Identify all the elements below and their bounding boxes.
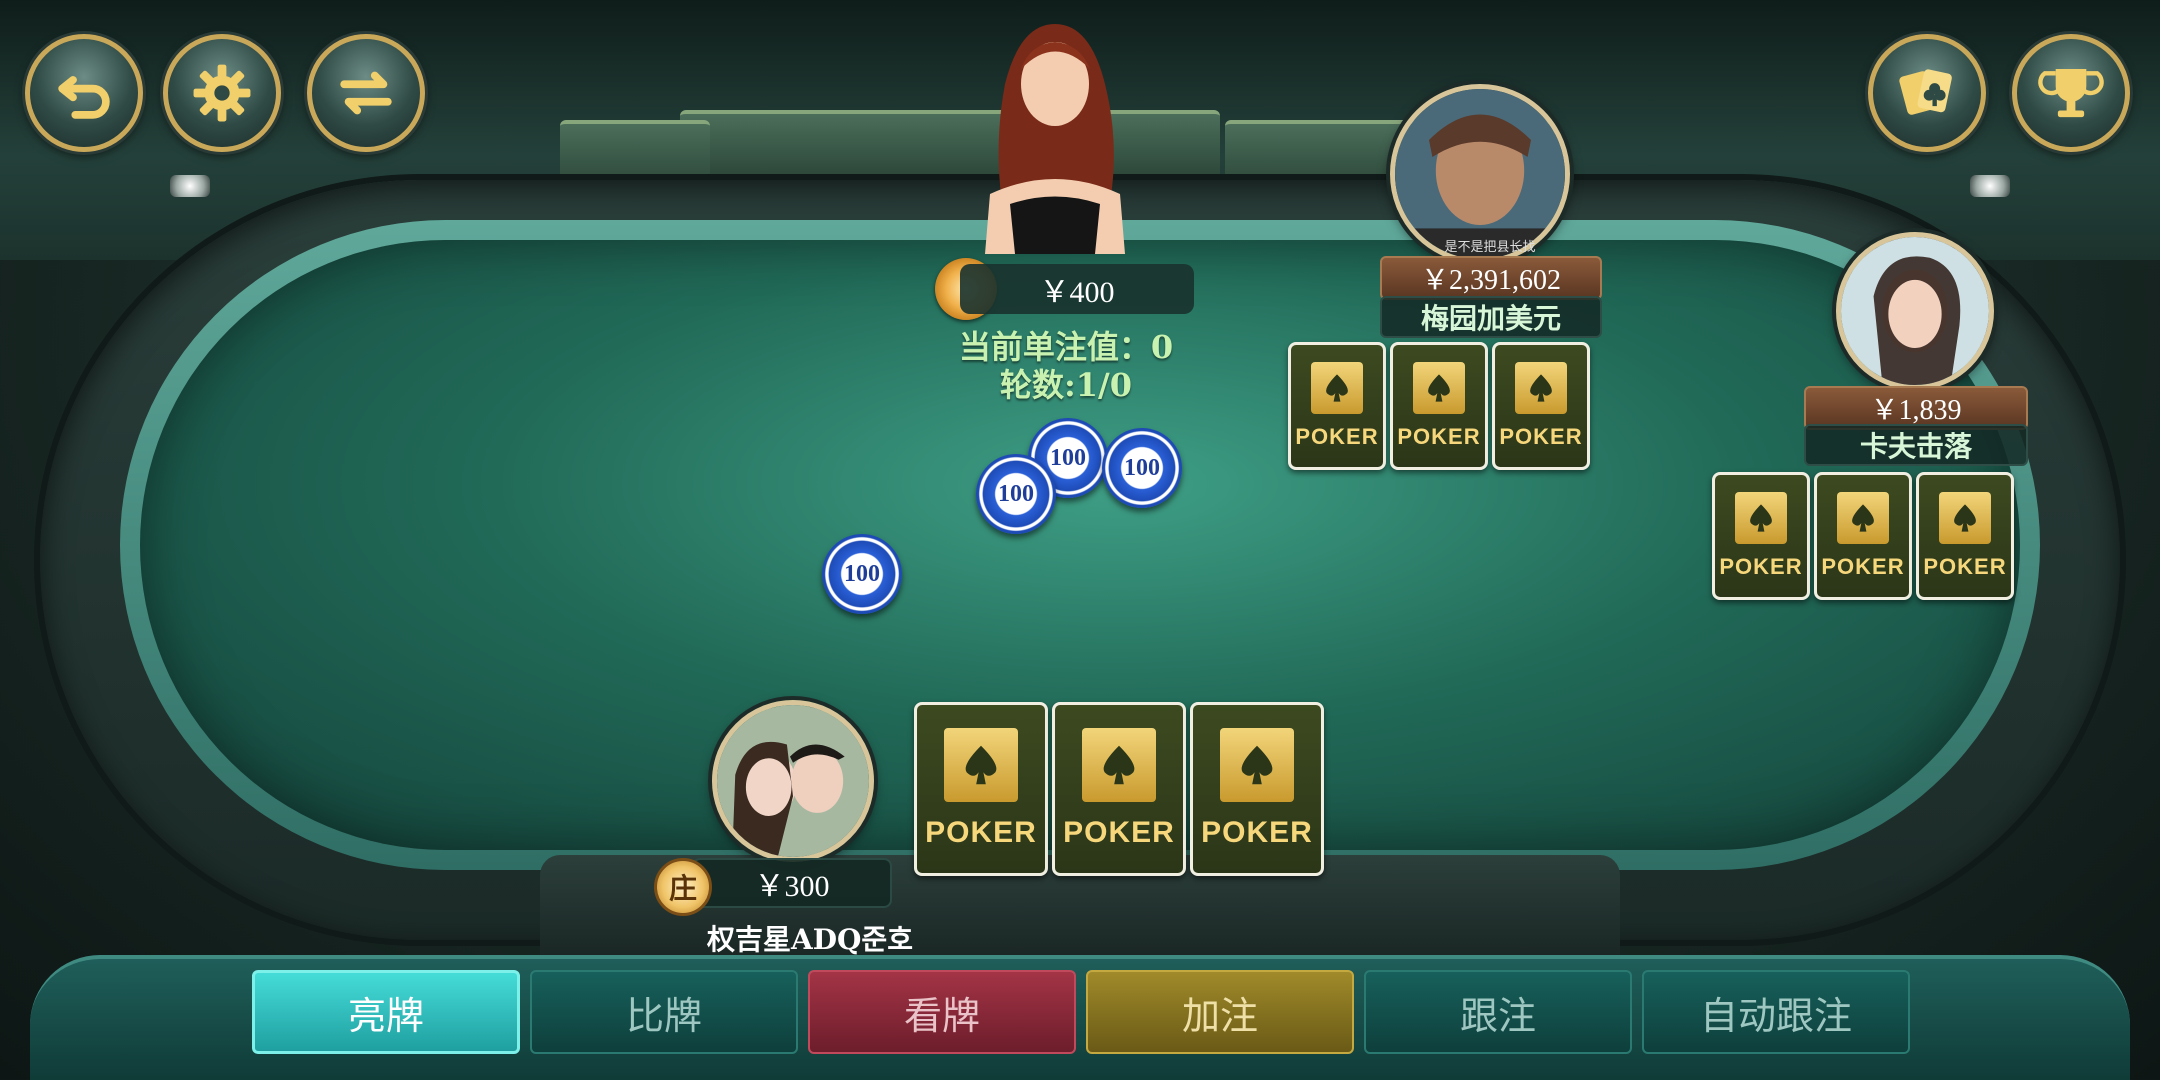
back-arrow-icon: [58, 76, 110, 119]
dealer-character: [985, 24, 1125, 254]
banker-badge: 庄: [654, 858, 712, 916]
bet-chip: 100: [1102, 428, 1182, 508]
player-name: 卡夫击落: [1804, 424, 2028, 466]
player-money: ￥2,391,602: [1380, 256, 1602, 300]
chip-value: 100: [998, 480, 1034, 507]
bet-chip: 100: [976, 454, 1056, 534]
card-label: POKER: [1923, 554, 2007, 579]
card-back: POKER: [1390, 342, 1488, 470]
card-back: POKER: [1814, 472, 1912, 600]
spade-icon: [1311, 362, 1363, 414]
card-label: POKER: [1499, 424, 1583, 449]
card-back: POKER: [1916, 472, 2014, 600]
call-button[interactable]: 跟注: [1364, 970, 1632, 1054]
leaderboard-button[interactable]: [2012, 34, 2130, 152]
auto-call-button[interactable]: 自动跟注: [1642, 970, 1910, 1054]
card-label: POKER: [1821, 554, 1905, 579]
settings-button[interactable]: [163, 34, 281, 152]
pot-amount: ￥400: [960, 264, 1194, 314]
trophy-icon: [2038, 68, 2104, 118]
swap-icon: [340, 71, 392, 115]
spade-icon: [1735, 492, 1787, 544]
bet-chip: 100: [822, 534, 902, 614]
stadium-light: [170, 175, 210, 197]
player-portrait: [717, 705, 869, 857]
card-label: POKER: [1295, 424, 1379, 449]
self-money: ￥300: [692, 858, 892, 908]
card-label: POKER: [1201, 816, 1313, 849]
chip-value: 100: [1124, 454, 1160, 481]
card-label: POKER: [925, 816, 1037, 849]
avatar-caption: 是不是把县长找: [1444, 240, 1536, 255]
player-portrait: [1395, 89, 1565, 259]
stadium-light: [1970, 175, 2010, 197]
self-card[interactable]: POKER: [914, 702, 1048, 876]
show-cards-button[interactable]: 亮牌: [252, 970, 520, 1054]
self-card[interactable]: POKER: [1190, 702, 1324, 876]
chip-value: 100: [1050, 444, 1086, 471]
cards-icon: [1899, 69, 1952, 115]
round-text: 轮数:1/0: [999, 366, 1133, 404]
gear-icon: [193, 64, 251, 122]
self-avatar[interactable]: [712, 700, 874, 862]
spade-icon: [1515, 362, 1567, 414]
card-rules-button[interactable]: [1868, 34, 1986, 152]
card-back: POKER: [1492, 342, 1590, 470]
card-back: POKER: [1712, 472, 1810, 600]
card-back: POKER: [1288, 342, 1386, 470]
spade-icon: [1939, 492, 1991, 544]
spade-icon: [1413, 362, 1465, 414]
card-label: POKER: [1397, 424, 1481, 449]
back-button[interactable]: [25, 34, 143, 152]
switch-table-button[interactable]: [307, 34, 425, 152]
player-portrait: [1841, 237, 1989, 385]
spade-icon: [944, 728, 1018, 802]
card-label: POKER: [1063, 816, 1175, 849]
compare-cards-button[interactable]: 比牌: [530, 970, 798, 1054]
player-name: 梅园加美元: [1380, 296, 1602, 338]
self-name: 权吉星ADQ준호: [707, 923, 913, 956]
look-cards-button[interactable]: 看牌: [808, 970, 1076, 1054]
card-label: POKER: [1719, 554, 1803, 579]
raise-button[interactable]: 加注: [1086, 970, 1354, 1054]
spade-icon: [1837, 492, 1889, 544]
spade-icon: [1082, 728, 1156, 802]
self-card[interactable]: POKER: [1052, 702, 1186, 876]
player-avatar[interactable]: [1836, 232, 1994, 390]
spade-icon: [1220, 728, 1294, 802]
chip-value: 100: [844, 560, 880, 587]
